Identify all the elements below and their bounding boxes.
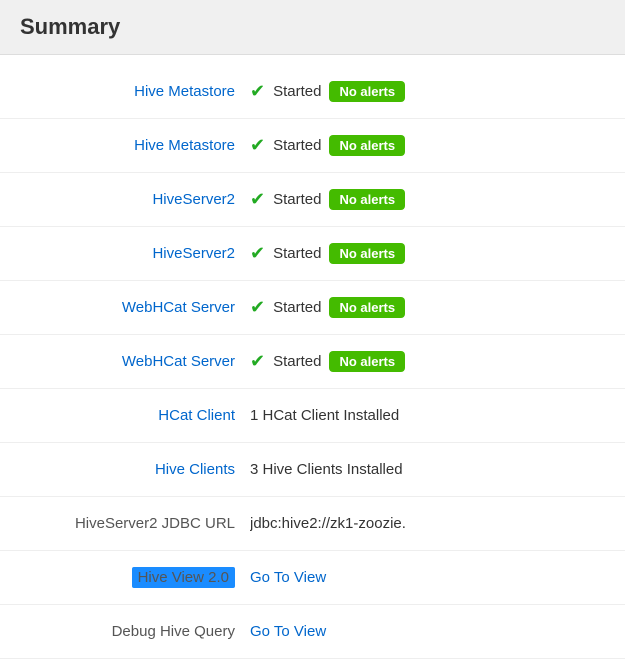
no-alerts-badge: No alerts (329, 189, 405, 210)
row-text-jdbc-url: HiveServer2 JDBC URL (75, 515, 235, 532)
summary-row: Hive Clients 3 Hive Clients Installed (0, 443, 625, 497)
row-value-hive-view: Go To View (250, 569, 326, 586)
row-label-hcat-client: HCat Client (20, 407, 250, 424)
status-text: Started (273, 245, 321, 262)
summary-row: HiveServer2 JDBC URL jdbc:hive2://zk1-zoo… (0, 497, 625, 551)
row-label-hiveserver2-2: HiveServer2 (20, 245, 250, 262)
row-label-hive-metastore-2: Hive Metastore (20, 137, 250, 154)
check-icon: ✔ (250, 243, 265, 264)
summary-row: HCat Client 1 HCat Client Installed (0, 389, 625, 443)
row-label-jdbc-url: HiveServer2 JDBC URL (20, 515, 250, 532)
row-label-hiveserver2-1: HiveServer2 (20, 191, 250, 208)
row-label-hive-metastore-1: Hive Metastore (20, 83, 250, 100)
summary-row: WebHCat Server ✔ Started No alerts (0, 335, 625, 389)
row-text-debug-hive-query: Debug Hive Query (112, 623, 235, 640)
row-link-hiveserver2-1[interactable]: HiveServer2 (152, 191, 235, 208)
check-icon: ✔ (250, 135, 265, 156)
row-link-hive-metastore-1[interactable]: Hive Metastore (134, 83, 235, 100)
no-alerts-badge: No alerts (329, 135, 405, 156)
check-icon: ✔ (250, 81, 265, 102)
hive-view-highlight: Hive View 2.0 (132, 567, 235, 588)
summary-row: HiveServer2 ✔ Started No alerts (0, 227, 625, 281)
summary-row: WebHCat Server ✔ Started No alerts (0, 281, 625, 335)
row-value-debug-hive-query: Go To View (250, 623, 326, 640)
row-link-hive-clients[interactable]: Hive Clients (155, 461, 235, 478)
status-text-jdbc-url: jdbc:hive2://zk1-zoozie. (250, 515, 406, 532)
row-link-hiveserver2-2[interactable]: HiveServer2 (152, 245, 235, 262)
status-text: Started (273, 83, 321, 100)
summary-row: Debug Hive Query Go To View (0, 605, 625, 659)
check-icon: ✔ (250, 189, 265, 210)
summary-content: Hive Metastore✔StartedNo alertsHive Meta… (0, 55, 625, 669)
row-label-debug-hive-query: Debug Hive Query (20, 623, 250, 640)
summary-row: Hive Metastore ✔ Started No alerts (0, 119, 625, 173)
go-to-view-link-hive-view[interactable]: Go To View (250, 569, 326, 586)
no-alerts-badge: No alerts (329, 243, 405, 264)
row-value-hive-metastore-1: ✔ Started No alerts (250, 81, 405, 102)
summary-row: HiveServer2 ✔ Started No alerts (0, 173, 625, 227)
no-alerts-badge: No alerts (329, 297, 405, 318)
row-value-hcat-client: 1 HCat Client Installed (250, 407, 399, 424)
row-value-hive-clients: 3 Hive Clients Installed (250, 461, 403, 478)
no-alerts-badge: No alerts (329, 351, 405, 372)
status-text: Started (273, 299, 321, 316)
page-header: Summary (0, 0, 625, 55)
row-value-hiveserver2-1: ✔ Started No alerts (250, 189, 405, 210)
no-alerts-badge: No alerts (329, 81, 405, 102)
row-value-webhcat-server-2: ✔ Started No alerts (250, 351, 405, 372)
page-title: Summary (20, 14, 120, 39)
status-text-hcat-client: 1 HCat Client Installed (250, 407, 399, 424)
check-icon: ✔ (250, 351, 265, 372)
status-text: Started (273, 353, 321, 370)
row-link-hcat-client[interactable]: HCat Client (158, 407, 235, 424)
row-link-webhcat-server-1[interactable]: WebHCat Server (122, 299, 235, 316)
row-value-hive-metastore-2: ✔ Started No alerts (250, 135, 405, 156)
summary-row: Hive View 2.0 Go To View (0, 551, 625, 605)
row-link-hive-metastore-2[interactable]: Hive Metastore (134, 137, 235, 154)
summary-row: Hive Metastore ✔ Started No alerts (0, 65, 625, 119)
row-value-jdbc-url: jdbc:hive2://zk1-zoozie. (250, 515, 406, 532)
row-label-hive-clients: Hive Clients (20, 461, 250, 478)
status-text: Started (273, 191, 321, 208)
row-value-webhcat-server-1: ✔ Started No alerts (250, 297, 405, 318)
row-value-hiveserver2-2: ✔ Started No alerts (250, 243, 405, 264)
row-label-webhcat-server-2: WebHCat Server (20, 353, 250, 370)
check-icon: ✔ (250, 297, 265, 318)
status-text: Started (273, 137, 321, 154)
row-label-webhcat-server-1: WebHCat Server (20, 299, 250, 316)
go-to-view-link-debug-hive-query[interactable]: Go To View (250, 623, 326, 640)
status-text-hive-clients: 3 Hive Clients Installed (250, 461, 403, 478)
row-label-hive-view: Hive View 2.0 (20, 569, 250, 586)
row-link-webhcat-server-2[interactable]: WebHCat Server (122, 353, 235, 370)
